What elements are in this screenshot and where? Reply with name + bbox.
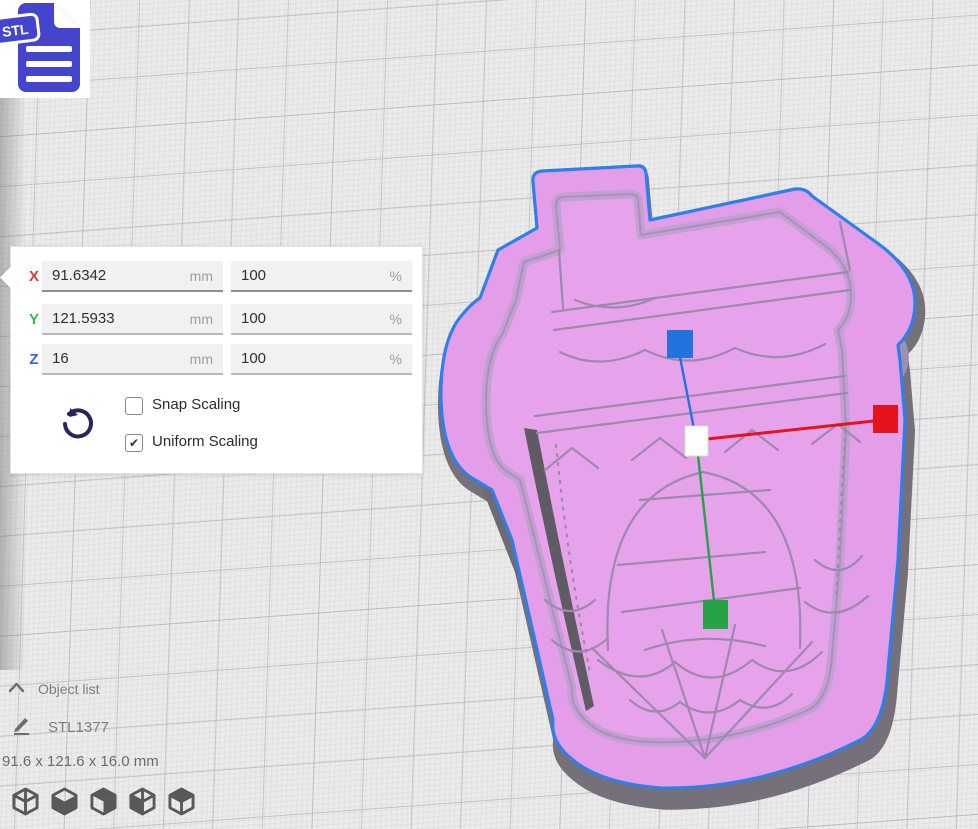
- scale-z-percent-input[interactable]: [231, 344, 412, 375]
- chevron-up-icon[interactable]: [8, 682, 25, 694]
- front-view-button[interactable]: [51, 786, 78, 817]
- uniform-scaling-label: Uniform Scaling: [152, 433, 258, 451]
- snap-scaling-checkbox[interactable]: [125, 397, 143, 415]
- reset-scale-icon: [60, 407, 94, 441]
- object-name[interactable]: STL1377: [48, 719, 109, 736]
- snap-scaling-label: Snap Scaling: [152, 396, 240, 414]
- stl-file-badge: STL: [0, 0, 90, 98]
- reset-scale-button[interactable]: [57, 405, 97, 445]
- cube-top-view-icon: [90, 786, 117, 817]
- gizmo-handle-x[interactable]: [873, 405, 898, 433]
- axis-label-z: Z: [25, 344, 43, 375]
- gizmo-handle-center[interactable]: [685, 426, 708, 456]
- axis-label-y: Y: [25, 304, 43, 335]
- gizmo-handle-z[interactable]: [667, 330, 693, 358]
- left-side-view-button[interactable]: [129, 786, 156, 817]
- object-list-label[interactable]: Object list: [38, 681, 99, 697]
- view-orientation-toolbar: [12, 786, 195, 818]
- uniform-scaling-checkbox[interactable]: ✔: [125, 434, 143, 452]
- pencil-icon[interactable]: [12, 716, 31, 735]
- scale-tool-panel: X mm % Y mm % Z mm % Snap Scaling ✔ Unif…: [10, 246, 423, 474]
- scale-z-mm-input[interactable]: [42, 344, 223, 375]
- scale-y-mm-input[interactable]: [42, 304, 223, 335]
- right-side-view-button[interactable]: [168, 786, 195, 817]
- model-dimensions: 91.6 x 121.6 x 16.0 mm: [2, 753, 159, 770]
- scale-y-percent-input[interactable]: [231, 304, 412, 335]
- cube-right-view-icon: [168, 786, 195, 817]
- 3d-view-button[interactable]: [12, 786, 39, 817]
- cube-front-view-icon: [51, 786, 78, 817]
- scale-x-mm-input[interactable]: [42, 261, 223, 292]
- axis-label-x: X: [25, 261, 43, 292]
- stl-label: STL: [1, 21, 30, 40]
- scale-x-percent-input[interactable]: [231, 261, 412, 292]
- stl-document-icon: STL: [0, 0, 90, 98]
- top-view-button[interactable]: [90, 786, 117, 817]
- model-top-face[interactable]: [441, 166, 915, 788]
- cube-3d-view-icon: [12, 786, 39, 817]
- cube-left-view-icon: [129, 786, 156, 817]
- gizmo-handle-y[interactable]: [703, 600, 728, 629]
